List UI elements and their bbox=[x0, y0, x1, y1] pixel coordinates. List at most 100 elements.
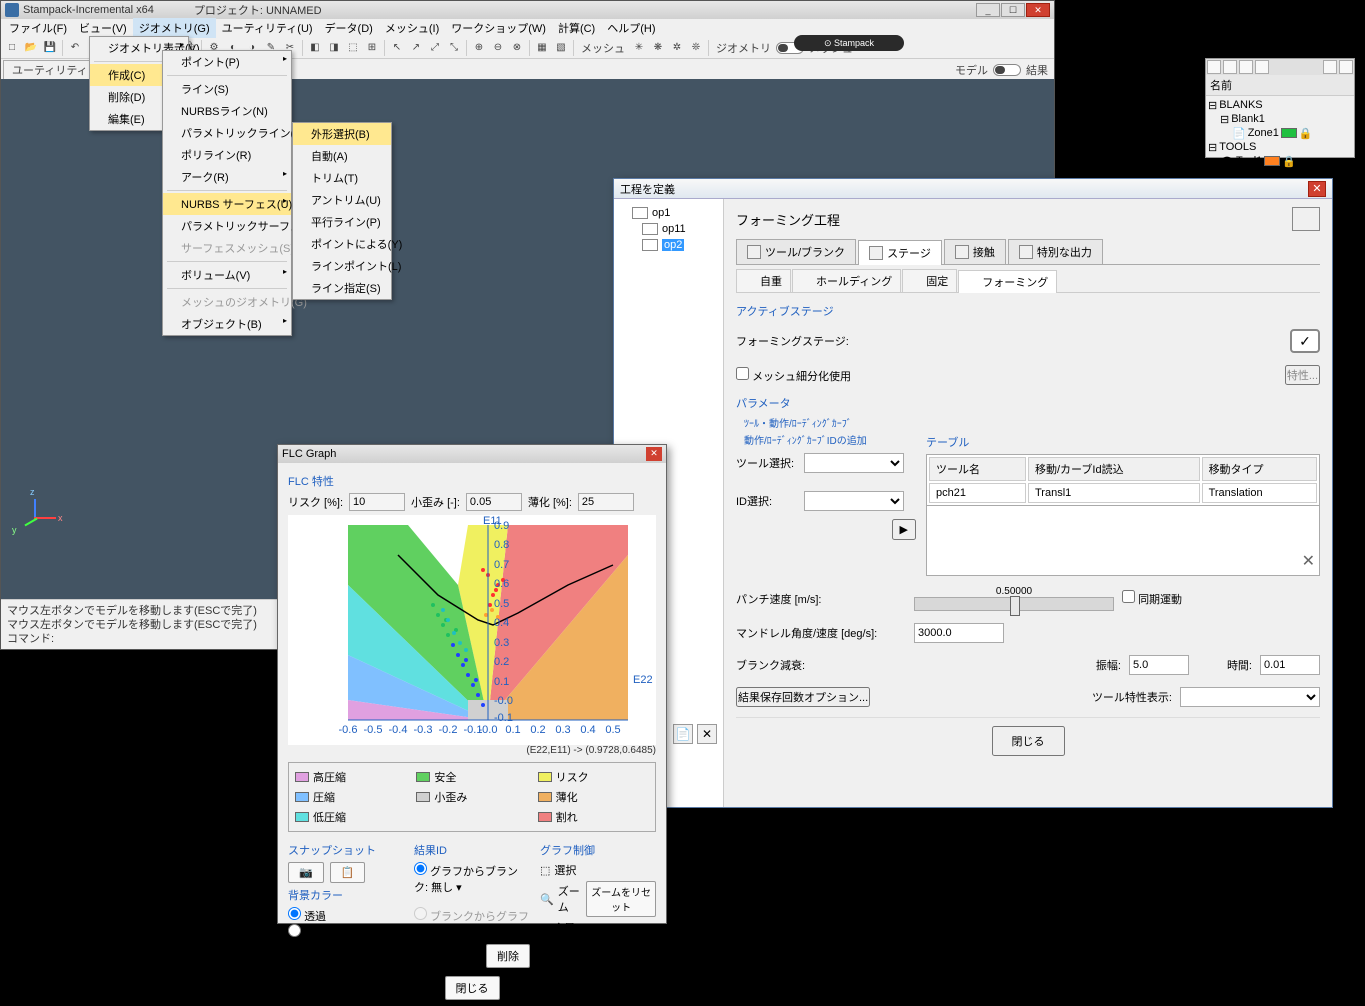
id-select[interactable] bbox=[804, 491, 904, 511]
menu-item[interactable]: アーク(R)▸ bbox=[163, 166, 291, 188]
menu-item[interactable]: アントリム(U) bbox=[293, 189, 391, 211]
menu-calc[interactable]: 計算(C) bbox=[552, 18, 601, 38]
tool-icon[interactable]: ⊕ bbox=[470, 39, 488, 57]
menu-item[interactable]: ラインポイント(L) bbox=[293, 255, 391, 277]
zoom-button[interactable]: ズーム bbox=[558, 883, 583, 915]
menu-item[interactable]: 外形選択(B) bbox=[293, 123, 391, 145]
panel-btn[interactable] bbox=[1239, 60, 1253, 74]
menu-item[interactable]: ポイントによる(Y) bbox=[293, 233, 391, 255]
tree-node-tool1[interactable]: 👁Tool1🔒 bbox=[1208, 154, 1352, 168]
menu-item[interactable]: オブジェクト(B)▸ bbox=[163, 313, 291, 335]
select-button[interactable]: 選択 bbox=[554, 862, 576, 878]
menu-item[interactable]: パラメトリックライン(A)... bbox=[163, 122, 291, 144]
proc-close-button[interactable]: ✕ bbox=[1308, 181, 1326, 197]
menu-item[interactable]: 平行ライン(P) bbox=[293, 211, 391, 233]
menu-item[interactable]: ボリューム(V)▸ bbox=[163, 264, 291, 286]
bg-trans-radio[interactable]: 透過 bbox=[288, 911, 326, 923]
flc-close-button[interactable]: ✕ bbox=[646, 447, 662, 461]
graph-blank-radio[interactable]: グラフからブランク: 無し ▾ bbox=[414, 866, 518, 894]
amp-input[interactable] bbox=[1129, 655, 1189, 675]
table-delete-icon[interactable]: ✕ bbox=[1302, 551, 1315, 571]
tool-icon[interactable]: ⊖ bbox=[489, 39, 507, 57]
time-input[interactable] bbox=[1260, 655, 1320, 675]
copy-icon[interactable]: 📄 bbox=[673, 724, 693, 744]
camera-icon[interactable]: 📷 bbox=[288, 862, 324, 883]
mesh-icon[interactable]: ✳ bbox=[630, 39, 648, 57]
tool-disp-select[interactable] bbox=[1180, 687, 1320, 707]
col-tool-name[interactable]: ツール名 bbox=[929, 457, 1026, 481]
tab-tool-blank[interactable]: ツール/ブランク bbox=[736, 239, 856, 264]
tool-icon[interactable]: ▧ bbox=[552, 39, 570, 57]
sc-input[interactable] bbox=[466, 493, 522, 511]
sync-check[interactable]: 同期運動 bbox=[1122, 590, 1182, 607]
tab-stage[interactable]: ステージ bbox=[858, 240, 942, 265]
flc-close-btn[interactable]: 閉じる bbox=[445, 976, 500, 1000]
minimize-button[interactable]: _ bbox=[976, 3, 1000, 17]
mesh-icon[interactable]: ✲ bbox=[668, 39, 686, 57]
menu-item[interactable]: トリム(T) bbox=[293, 167, 391, 189]
menu-mesh[interactable]: メッシュ(I) bbox=[379, 18, 445, 38]
menu-help[interactable]: ヘルプ(H) bbox=[601, 18, 661, 38]
tree-node-blank1[interactable]: ⊟Blank1 bbox=[1208, 112, 1352, 126]
menu-item[interactable]: NURBSライン(N) bbox=[163, 100, 291, 122]
save-icon[interactable]: 💾 bbox=[41, 39, 59, 57]
tree-node-blanks[interactable]: ⊟BLANKS bbox=[1208, 98, 1352, 112]
menu-item[interactable]: ライン(S) bbox=[163, 78, 291, 100]
menu-view[interactable]: ビュー(V) bbox=[73, 18, 133, 38]
save-options-button[interactable]: 結果保存回数オプション... bbox=[736, 687, 870, 707]
clipboard-icon[interactable]: 📋 bbox=[330, 862, 366, 883]
tool-icon[interactable]: ⬚ bbox=[344, 39, 362, 57]
menu-data[interactable]: データ(D) bbox=[319, 18, 379, 38]
fit-button[interactable]: 全景 bbox=[553, 920, 575, 936]
proc-header-icon[interactable] bbox=[1292, 207, 1320, 231]
mesh-icon[interactable]: ❊ bbox=[687, 39, 705, 57]
menu-item[interactable]: パラメトリックサーフェス(M)... bbox=[163, 215, 291, 237]
menu-item[interactable]: ポイント(P)▸ bbox=[163, 51, 291, 73]
tool-icon[interactable]: ▦ bbox=[533, 39, 551, 57]
subtab-holding[interactable]: ホールディング bbox=[792, 269, 901, 292]
thin-input[interactable] bbox=[578, 493, 634, 511]
tool-icon[interactable]: ⤡ bbox=[445, 39, 463, 57]
tool-icon[interactable]: ↖ bbox=[388, 39, 406, 57]
open-icon[interactable]: 📂 bbox=[22, 39, 40, 57]
play-button[interactable]: ▶ bbox=[892, 519, 916, 540]
tool-icon[interactable]: ◨ bbox=[325, 39, 343, 57]
maximize-button[interactable]: ☐ bbox=[1001, 3, 1025, 17]
tool-select[interactable] bbox=[804, 453, 904, 473]
flc-chart[interactable]: E11 E22 0.90.80.7 0.60.50.4 0.30.20.1 -0… bbox=[288, 515, 656, 745]
close-button[interactable]: ✕ bbox=[1026, 3, 1050, 17]
zoom-reset-button[interactable]: ズームをリセット bbox=[586, 881, 656, 917]
menu-item[interactable]: 自動(A) bbox=[293, 145, 391, 167]
bg-hide-radio[interactable]: 非表示 bbox=[288, 928, 337, 940]
panel-btn[interactable] bbox=[1223, 60, 1237, 74]
menu-utility[interactable]: ユーティリティ(U) bbox=[216, 18, 319, 38]
menu-file[interactable]: ファイル(F) bbox=[3, 18, 73, 38]
proc-tree-op11[interactable]: op11 bbox=[620, 221, 717, 237]
menu-geometry[interactable]: ジオメトリ(G) bbox=[133, 18, 216, 38]
subtab-forming[interactable]: フォーミング bbox=[958, 270, 1057, 293]
proc-close-btn[interactable]: 閉じる bbox=[992, 726, 1065, 756]
tool-icon[interactable]: ⊞ bbox=[363, 39, 381, 57]
menu-item[interactable]: ポリライン(R) bbox=[163, 144, 291, 166]
panel-btn[interactable] bbox=[1255, 60, 1269, 74]
tool-icon[interactable]: ⤢ bbox=[426, 39, 444, 57]
panel-btn[interactable] bbox=[1323, 60, 1337, 74]
tab-contact[interactable]: 接触 bbox=[944, 239, 1006, 264]
table-row[interactable]: pch21 Transl1 Translation bbox=[929, 483, 1317, 503]
mesh-refine-check[interactable]: メッシュ細分化使用 bbox=[736, 367, 851, 384]
subtab-gravity[interactable]: 自重 bbox=[736, 269, 791, 292]
undo-icon[interactable]: ↶ bbox=[66, 39, 84, 57]
menu-workshop[interactable]: ワークショップ(W) bbox=[445, 18, 552, 38]
punch-speed-slider[interactable]: 0.50000 bbox=[914, 586, 1114, 611]
tool-icon[interactable]: ⊗ bbox=[508, 39, 526, 57]
new-icon[interactable]: □ bbox=[3, 39, 21, 57]
tool-icon[interactable]: ◧ bbox=[306, 39, 324, 57]
delete-icon[interactable]: ✕ bbox=[697, 724, 717, 744]
menu-item[interactable]: NURBS サーフェス(U)▸ bbox=[163, 193, 291, 215]
model-toggle[interactable] bbox=[993, 64, 1021, 76]
forming-stage-check[interactable]: ✓ bbox=[1290, 329, 1320, 353]
proc-tree-op1[interactable]: op1 bbox=[620, 205, 717, 221]
proc-tree-op2[interactable]: op2 bbox=[620, 237, 717, 253]
col-move-type[interactable]: 移動タイプ bbox=[1202, 457, 1317, 481]
panel-btn[interactable] bbox=[1207, 60, 1221, 74]
